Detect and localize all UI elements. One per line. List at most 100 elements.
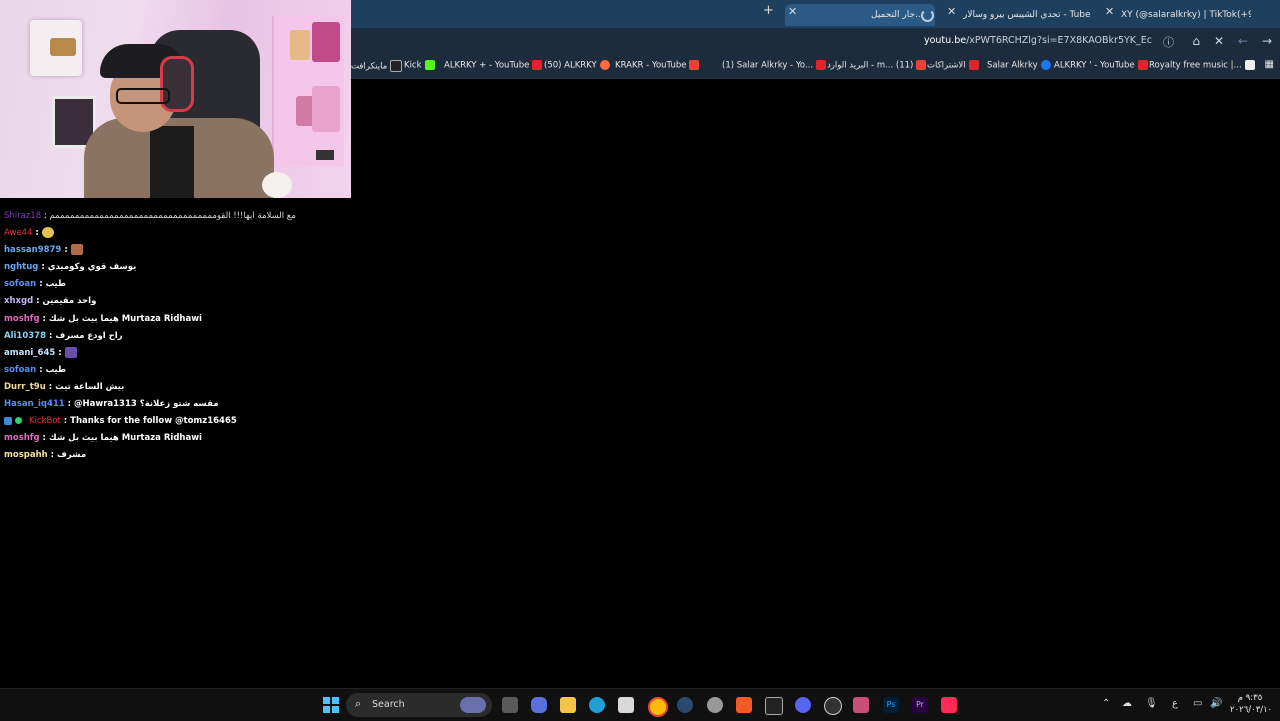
language-indicator[interactable]: ع <box>1172 698 1178 709</box>
apps-grid-icon[interactable]: ▦ <box>1265 59 1274 70</box>
clock[interactable]: ٩:٣٥ م ٢٠٢٦/٠٣/١٠ <box>1230 692 1272 716</box>
youtube-icon <box>532 60 543 70</box>
chat-message: Shiraz18 : مع السلامة ايها!!! القومممممم… <box>4 211 296 221</box>
reddit-icon <box>599 60 610 70</box>
edge-icon[interactable] <box>589 697 605 713</box>
chevron-up-icon[interactable]: ⌃ <box>1102 698 1110 709</box>
chat-username: sofoan <box>4 279 37 290</box>
discord-icon[interactable] <box>795 697 811 713</box>
chat-username: Awe44 <box>4 228 33 239</box>
bookmark-minecraft[interactable]: ماينكرافت <box>351 60 403 72</box>
bookmark-royalty[interactable]: Royalty free music |... <box>1149 60 1255 71</box>
store-icon[interactable] <box>618 697 634 713</box>
windows-start-icon[interactable] <box>323 697 339 713</box>
bookmarks-bar: ▦ Royalty free music |... ALKRKY ' - You… <box>351 56 1280 79</box>
bookmark-subscriptions[interactable]: الاشتراكات <box>927 60 979 71</box>
url-path: /xPWT6RCHZlg?si=E7X8KAOBkr5YK_Ec <box>966 35 1152 46</box>
microphone-icon[interactable]: 🎙 <box>1145 698 1158 709</box>
chat-username: Hasan_iq411 <box>4 399 65 410</box>
steam-icon[interactable] <box>677 697 693 713</box>
bookmark-salar-yt[interactable]: (1) Salar Alkrky - Yo... <box>722 60 827 71</box>
chat-username: xhxgd <box>4 296 34 307</box>
music-icon <box>1244 60 1255 70</box>
chat-overlay: Shiraz18 : مع السلامة ايها!!! القومممممم… <box>4 208 349 464</box>
url-field[interactable]: youtu.be/xPWT6RCHZlg?si=E7X8KAOBkr5YK_Ec <box>924 35 1152 46</box>
bookmark-alkrky-plus[interactable]: ALKRKY + - YouTube <box>444 60 543 71</box>
chrome-icon[interactable] <box>648 697 668 717</box>
bookmark-krakr[interactable]: KRAKR - YouTube <box>615 60 700 71</box>
chat-username: mospahh <box>4 450 48 461</box>
chat-username: sofoan <box>4 364 37 375</box>
chat-text: مع السلامة ايها!!! القوممممممممممممممممم… <box>49 211 296 221</box>
chat-text: بيش الساعة تيث <box>55 381 125 392</box>
snipping-tool-icon[interactable] <box>853 697 869 713</box>
emote-icon <box>41 227 54 239</box>
file-explorer-icon[interactable] <box>560 697 576 713</box>
settings-gear-icon[interactable] <box>707 697 723 713</box>
loading-icon <box>921 9 934 22</box>
shelf-item-4 <box>312 86 340 132</box>
chat-text: مشرف <box>57 450 87 461</box>
new-tab-icon[interactable]: + <box>763 3 774 18</box>
chat-text: هيما بيث بل شك Murtaza Ridhawi <box>48 313 202 324</box>
mug <box>262 172 292 198</box>
task-view-icon[interactable] <box>502 697 518 713</box>
chat-username: Shiraz18 <box>4 211 42 221</box>
brave-icon[interactable] <box>736 697 752 713</box>
chat-message: sofoan : طيب <box>4 364 67 375</box>
photoshop-icon[interactable]: Ps <box>883 697 899 713</box>
webcam-overlay <box>0 0 351 198</box>
facebook-icon <box>1040 60 1051 70</box>
tab-tiktok[interactable]: XY (@salaralkrky) | TikTok(+99) <box>1121 4 1251 26</box>
taskbar-search[interactable]: ⌕ Search <box>346 693 492 717</box>
chat-message: amani_645 : <box>4 345 349 362</box>
bot-badge-icon <box>4 416 12 425</box>
display-icon[interactable]: ▭ <box>1193 698 1202 709</box>
kick-icon <box>424 60 435 70</box>
bookmark-salar-fb[interactable]: Salar Alkrky <box>987 60 1051 71</box>
info-icon[interactable]: ⓘ <box>1163 34 1174 50</box>
chat-message: Ali10378 : راح اودع مسرف <box>4 330 123 341</box>
chat-username: KickBot <box>28 416 61 427</box>
chat-username: amani_645 <box>4 347 56 358</box>
chat-text: @Hawra1313 مقسه شتو زعلانة؟ <box>74 399 219 410</box>
tab-label: XY (@salaralkrky) | TikTok(+99) <box>1121 10 1251 20</box>
chat-username: moshfg <box>4 433 40 444</box>
back-arrow-icon[interactable]: ← <box>1238 34 1248 48</box>
tab-youtube-challenge[interactable]: تحدي الشيبس بيرو وسالار - Tube <box>963 4 1093 26</box>
copilot-icon[interactable] <box>531 697 547 713</box>
award-plaque-inner <box>50 38 76 56</box>
chat-message: Durr_t9u : بيش الساعة تيث <box>4 381 125 392</box>
desk-lamp <box>316 150 334 160</box>
chat-text: يوسف قوي وكوميدي <box>47 262 137 273</box>
chat-message: Awe44 : <box>4 225 349 242</box>
chat-text: Thanks for the follow @tomz16465 <box>70 416 237 427</box>
bookmark-inbox[interactable]: البريد الوارد - m... (11) <box>827 60 927 71</box>
k-icon <box>390 60 403 72</box>
bookmark-50-alkrky[interactable]: (50) ALKRKY <box>544 60 610 71</box>
forward-arrow-icon[interactable]: → <box>1262 34 1272 48</box>
bookmark-alkrky-yt[interactable]: ALKRKY ' - YouTube <box>1054 60 1148 71</box>
chat-username: Ali10378 <box>4 330 46 341</box>
close-icon[interactable]: ✕ <box>947 5 956 18</box>
home-icon[interactable]: ⌂ <box>1192 34 1200 48</box>
obs-icon[interactable] <box>824 697 842 715</box>
close-icon[interactable]: ✕ <box>1214 34 1224 48</box>
tab-label: تحدي الشيبس بيرو وسالار - Tube <box>963 10 1091 20</box>
tiktok-icon[interactable] <box>941 697 957 713</box>
bookmark-kick[interactable]: Kick <box>404 60 435 71</box>
chat-message: sofoan : طيب <box>4 279 67 290</box>
chat-message: nghtug : يوسف قوي وكوميدي <box>4 262 137 273</box>
browser-address-bar: → ← ✕ ⌂ ⓘ youtu.be/xPWT6RCHZlg?si=E7X8KA… <box>351 28 1280 56</box>
cloud-icon[interactable]: ☁ <box>1122 698 1132 709</box>
search-icon: ⌕ <box>355 697 362 710</box>
chat-message: moshfg : هيما بيث بل شك Murtaza Ridhawi <box>4 433 202 444</box>
chat-message: Hasan_iq411 : @Hawra1313 مقسه شتو زعلانة… <box>4 399 219 410</box>
close-icon[interactable]: ✕ <box>1105 5 1114 18</box>
tab-loading[interactable]: جار التحميل... <box>785 4 935 26</box>
close-icon[interactable]: ✕ <box>788 5 797 18</box>
premiere-icon[interactable]: Pr <box>912 697 928 713</box>
volume-icon[interactable]: 🔊 <box>1210 698 1222 709</box>
capcut-icon[interactable] <box>765 697 783 715</box>
chat-text: واحد مقيمين <box>42 296 97 307</box>
